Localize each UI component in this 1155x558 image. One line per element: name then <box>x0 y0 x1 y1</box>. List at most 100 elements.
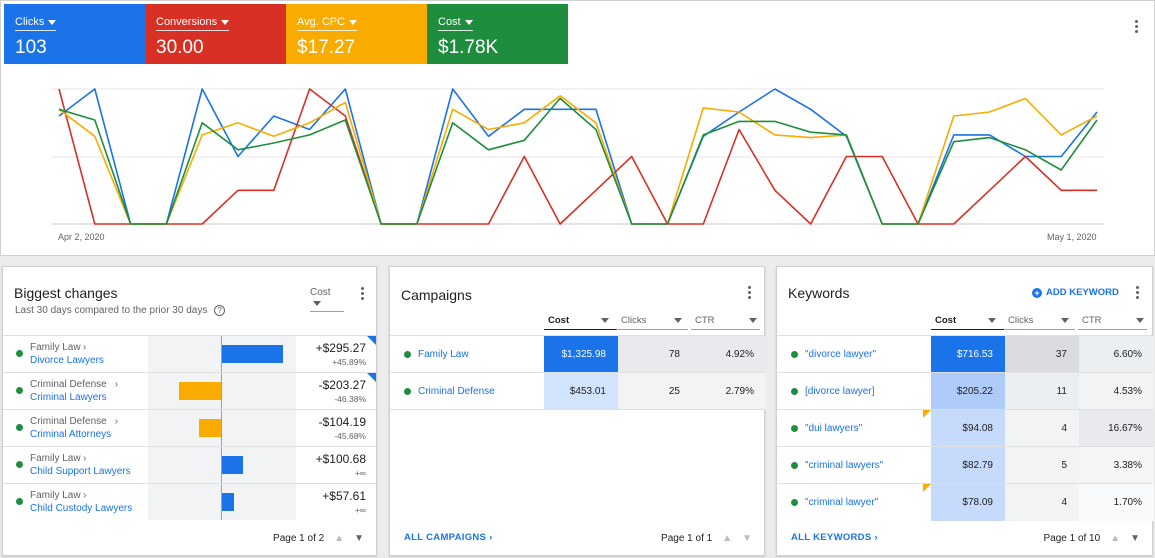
cost-cell: $1,325.98 <box>544 336 618 373</box>
x-axis-start-label: Apr 2, 2020 <box>58 232 105 242</box>
sort-desc-icon[interactable] <box>601 318 609 323</box>
keyword-link[interactable]: [divorce lawyer] <box>805 386 874 397</box>
series-line-3 <box>58 97 1098 225</box>
campaign-row[interactable]: Family Law $1,325.98 78 4.92% <box>390 335 766 373</box>
adgroup-link[interactable]: Child Custody Lawyers <box>30 503 132 514</box>
keyword-link[interactable]: "dui lawyers" <box>805 423 862 434</box>
campaign-breadcrumb: Family Law <box>30 490 81 501</box>
change-row[interactable]: Family Law › Divorce Lawyers +$295.27 +45.89… <box>3 335 376 372</box>
pagination: Page 1 of 10 ▲ ▼ <box>1043 533 1140 544</box>
card-more-icon[interactable] <box>355 286 369 302</box>
sort-desc-icon[interactable] <box>988 318 996 323</box>
campaigns-card: Campaigns Cost Clicks CTR Family Law $1,3… <box>389 266 766 556</box>
ctr-cell: 4.53% <box>1079 373 1154 410</box>
breadcrumb-chevron-icon: › <box>83 342 87 353</box>
change-row[interactable]: Criminal Defense › Criminal Attorneys -$104… <box>3 409 376 446</box>
pagination: Page 1 of 2 ▲ ▼ <box>273 533 364 544</box>
status-dot-icon <box>791 388 798 395</box>
change-bar <box>222 493 234 511</box>
caret-down-icon[interactable] <box>749 318 757 323</box>
status-dot-icon <box>791 351 798 358</box>
keyword-link[interactable]: "criminal lawyers" <box>805 460 883 471</box>
clicks-cell: 25 <box>618 373 692 410</box>
change-bar <box>222 345 283 363</box>
status-dot-icon <box>16 387 23 394</box>
change-bar <box>179 382 221 400</box>
corner-flag-icon <box>923 410 931 418</box>
corner-flag-icon <box>923 484 931 492</box>
add-keyword-button[interactable]: + ADD KEYWORD <box>1032 287 1119 298</box>
clicks-cell: 4 <box>1005 410 1079 447</box>
campaign-name-link[interactable]: Family Law <box>418 349 469 360</box>
adgroup-link[interactable]: Divorce Lawyers <box>30 355 104 366</box>
all-campaigns-link[interactable]: ALL CAMPAIGNS › <box>404 532 493 543</box>
status-dot-icon <box>791 425 798 432</box>
keyword-row[interactable]: "divorce lawyer" $716.53 37 6.60% <box>777 335 1154 373</box>
all-keywords-link[interactable]: ALL KEYWORDS › <box>791 532 878 543</box>
keyword-link[interactable]: "divorce lawyer" <box>805 349 876 360</box>
status-dot-icon <box>791 462 798 469</box>
keyword-row[interactable]: "dui lawyers" $94.08 4 16.67% <box>777 409 1154 447</box>
caret-down-icon <box>313 300 321 306</box>
status-dot-icon <box>404 351 411 358</box>
keyword-row[interactable]: "criminal lawyers" $82.79 5 3.38% <box>777 446 1154 484</box>
ctr-cell: 3.38% <box>1079 447 1154 484</box>
series-line-2 <box>58 95 1098 225</box>
change-row[interactable]: Family Law › Child Support Lawyers +$100.68… <box>3 446 376 483</box>
x-axis-end-label: May 1, 2020 <box>1047 232 1097 242</box>
table-bottom-border <box>390 409 764 410</box>
keyword-link[interactable]: "criminal lawyer" <box>805 497 878 508</box>
caret-down-icon[interactable] <box>1061 318 1069 323</box>
card-more-icon[interactable] <box>1130 285 1144 301</box>
clicks-cell: 5 <box>1005 447 1079 484</box>
caret-down-icon[interactable] <box>1136 318 1144 323</box>
chevron-right-icon: › <box>874 532 878 543</box>
chevron-down-icon[interactable]: ▼ <box>1130 533 1140 544</box>
column-header-ctr[interactable]: CTR <box>695 315 715 326</box>
status-dot-icon <box>16 424 23 431</box>
subtitle-text: Last 30 days compared to the prior 30 da… <box>15 305 208 316</box>
chevron-down-icon[interactable]: ▼ <box>742 533 752 544</box>
adgroup-link[interactable]: Criminal Attorneys <box>30 429 111 440</box>
column-header-cost[interactable]: Cost <box>935 315 956 326</box>
card-title: Biggest changes <box>14 285 118 301</box>
chevron-up-icon[interactable]: ▲ <box>1110 533 1120 544</box>
overview-panel: Clicks 103 Conversions 30.00 Avg. CPC $1… <box>0 0 1155 256</box>
breadcrumb-chevron-icon: › <box>114 416 119 427</box>
breadcrumb-chevron-icon: › <box>114 379 119 390</box>
change-value: +$100.68 <box>315 452 366 466</box>
breadcrumb-chevron-icon: › <box>83 490 87 501</box>
plus-circle-icon: + <box>1032 287 1042 298</box>
card-title: Keywords <box>788 285 850 301</box>
cost-cell: $205.22 <box>931 373 1005 410</box>
column-header-clicks[interactable]: Clicks <box>1008 315 1033 326</box>
change-percent: +∞ <box>354 505 366 515</box>
campaign-breadcrumb: Criminal Defense <box>30 379 107 390</box>
metric-select[interactable]: Cost <box>310 287 344 312</box>
caret-down-icon[interactable] <box>674 318 682 323</box>
chevron-down-icon[interactable]: ▼ <box>354 533 364 544</box>
keyword-row[interactable]: [divorce lawyer] $205.22 11 4.53% <box>777 372 1154 410</box>
cost-cell: $82.79 <box>931 447 1005 484</box>
change-percent: -45.68% <box>334 431 366 441</box>
column-header-ctr[interactable]: CTR <box>1082 315 1102 326</box>
change-row[interactable]: Family Law › Child Custody Lawyers +$57.61 +… <box>3 483 376 520</box>
page-indicator: Page 1 of 10 <box>1043 533 1101 544</box>
chevron-up-icon[interactable]: ▲ <box>334 533 344 544</box>
column-header-clicks[interactable]: Clicks <box>621 315 646 326</box>
card-more-icon[interactable] <box>742 285 756 301</box>
ctr-cell: 6.60% <box>1079 336 1154 373</box>
keyword-row[interactable]: "criminal lawyer" $78.09 4 1.70% <box>777 483 1154 521</box>
campaign-row[interactable]: Criminal Defense $453.01 25 2.79% <box>390 372 766 410</box>
column-header-cost[interactable]: Cost <box>548 315 569 326</box>
adgroup-link[interactable]: Criminal Lawyers <box>30 392 107 403</box>
ctr-cell: 16.67% <box>1079 410 1154 447</box>
campaign-breadcrumb: Family Law <box>30 453 81 464</box>
clicks-cell: 4 <box>1005 484 1079 521</box>
corner-flag-icon <box>367 373 376 382</box>
adgroup-link[interactable]: Child Support Lawyers <box>30 466 131 477</box>
change-row[interactable]: Criminal Defense › Criminal Lawyers -$203.2… <box>3 372 376 409</box>
chevron-up-icon[interactable]: ▲ <box>722 533 732 544</box>
help-icon[interactable]: ? <box>214 305 226 316</box>
campaign-name-link[interactable]: Criminal Defense <box>418 386 495 397</box>
